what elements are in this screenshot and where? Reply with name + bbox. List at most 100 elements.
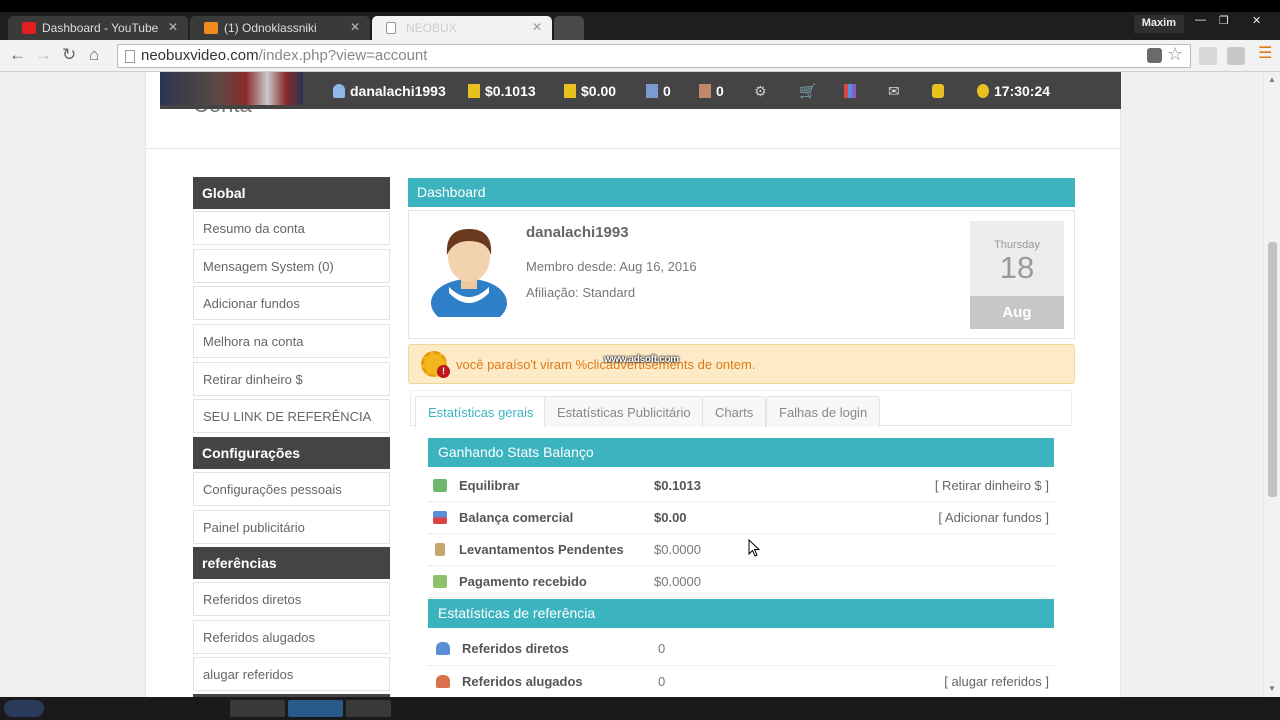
sidebar-section-referencias: referências (193, 547, 390, 579)
taskbar-app[interactable] (288, 700, 343, 717)
rented-referrals-icon (699, 84, 711, 98)
sidebar-item-adicionar-fundos[interactable]: Adicionar fundos (193, 286, 390, 320)
sidebar-item-referidos-diretos[interactable]: Referidos diretos (193, 582, 390, 616)
rented-user-icon (436, 675, 450, 688)
member-since: Membro desde: Aug 16, 2016 (526, 259, 697, 274)
scroll-up-icon[interactable]: ▲ (1268, 75, 1276, 84)
table-row: Levantamentos Pendentes $0.0000 (428, 534, 1054, 566)
table-row: Referidos alugados 0 [ alugar referidos … (428, 666, 1054, 697)
coins-icon (564, 84, 576, 98)
sidebar-section-configuracoes: Configurações (193, 437, 390, 469)
start-button[interactable] (4, 700, 44, 717)
table-row: Referidos diretos 0 (428, 633, 1054, 666)
coins-icon (468, 84, 480, 98)
url-path: /index.php?view=account (258, 47, 428, 64)
tab-neobux[interactable]: NEOBUX ✕ (372, 16, 552, 40)
address-bar[interactable]: neobuxvideo.com/index.php?view=account (117, 44, 1191, 68)
page-icon (125, 50, 135, 63)
rent-referrals-link[interactable]: [ alugar referidos ] (944, 674, 1049, 689)
calculator-icon (433, 511, 447, 524)
stats-icon[interactable] (844, 82, 861, 100)
tab-estatisticas-gerais[interactable]: Estatísticas gerais (415, 396, 547, 428)
close-icon[interactable]: ✕ (532, 20, 542, 34)
page-icon (386, 22, 396, 34)
home-icon[interactable]: ⌂ (89, 45, 99, 65)
settings-icon[interactable]: ⚙ (754, 82, 767, 100)
tab-title: NEOBUX (406, 21, 457, 35)
new-tab-button[interactable] (554, 16, 584, 40)
tab-charts[interactable]: Charts (702, 396, 767, 427)
translate-icon[interactable] (1147, 48, 1162, 63)
membership: Afiliação: Standard (526, 285, 636, 300)
add-funds-link[interactable]: [ Adicionar fundos ] (938, 510, 1049, 525)
mail-icon[interactable]: ✉ (888, 82, 900, 100)
payment-icon (433, 575, 447, 588)
tab-falhas-login[interactable]: Falhas de login (766, 396, 881, 427)
watermark: www.adsoft.com (604, 354, 679, 365)
profile-button[interactable]: Maxim (1133, 15, 1184, 33)
referrals-icon (646, 84, 658, 98)
profile-username: danalachi1993 (526, 224, 629, 241)
taskbar-app[interactable] (230, 700, 285, 717)
sidebar-item-painel[interactable]: Painel publicitário (193, 510, 390, 544)
close-icon[interactable]: ✕ (350, 20, 360, 34)
reload-icon[interactable]: ↻ (62, 45, 76, 65)
account-topbar: danalachi1993 $0.1013 $0.00 0 0 ⚙ 🛒 ✉ 17… (160, 72, 1121, 109)
sidebar-item-referidos-alugados[interactable]: Referidos alugados (193, 620, 390, 654)
close-window-icon[interactable]: ✕ (1252, 14, 1261, 27)
sidebar-item-melhora[interactable]: Melhora na conta (193, 324, 390, 358)
withdraw-link[interactable]: [ Retirar dinheiro $ ] (935, 478, 1049, 493)
scroll-down-icon[interactable]: ▼ (1268, 684, 1276, 693)
topbar-ad-balance[interactable]: $0.00 (564, 82, 616, 100)
tab-title: Dashboard - YouTube (42, 21, 159, 35)
menu-icon[interactable]: ☰ (1258, 44, 1272, 64)
date-month: Aug (970, 296, 1064, 329)
scrollbar-thumb[interactable] (1268, 242, 1277, 497)
close-icon[interactable]: ✕ (168, 20, 178, 34)
user-icon (436, 642, 450, 655)
lock-icon[interactable] (932, 82, 949, 100)
browser-toolbar: ← → ↻ ⌂ neobuxvideo.com/index.php?view=a… (0, 40, 1280, 72)
referral-stats-title: Estatísticas de referência (428, 599, 1054, 628)
sidebar-item-retirar[interactable]: Retirar dinheiro $ (193, 362, 390, 396)
minimize-icon[interactable]: — (1195, 14, 1206, 26)
restore-icon[interactable]: ❐ (1219, 14, 1229, 27)
logo-banner (160, 72, 303, 105)
forward-icon[interactable]: → (35, 45, 52, 65)
page-container: Conta danalachi1993 $0.1013 $0.00 0 0 ⚙ … (145, 72, 1121, 697)
warning-icon: ! (437, 365, 450, 378)
topbar-rented-refs[interactable]: 0 (699, 82, 724, 100)
page-viewport: Conta danalachi1993 $0.1013 $0.00 0 0 ⚙ … (0, 72, 1280, 697)
bookmark-star-icon[interactable]: ☆ (1167, 44, 1183, 64)
youtube-icon (22, 22, 36, 34)
sidebar-section-global: Global (193, 177, 390, 209)
cart-icon[interactable]: 🛒 (799, 82, 816, 100)
table-row: Balança comercial $0.00 [ Adicionar fund… (428, 502, 1054, 534)
date-widget: Thursday 18 Aug (970, 221, 1064, 329)
extension-icon[interactable] (1199, 47, 1217, 65)
sidebar-item-link-referencia[interactable]: SEU LINK DE REFERÊNCIA (193, 399, 390, 433)
url-domain: neobuxvideo.com (141, 47, 259, 64)
taskbar-app[interactable] (346, 700, 391, 717)
topbar-username[interactable]: danalachi1993 (333, 82, 446, 100)
back-icon[interactable]: ← (9, 45, 26, 65)
extension-icon[interactable] (1227, 47, 1245, 65)
date-day: 18 (999, 250, 1035, 285)
avatar (431, 229, 507, 317)
sidebar-item-alugar[interactable]: alugar referidos (193, 657, 390, 691)
hourglass-icon (435, 543, 445, 556)
topbar-direct-refs[interactable]: 0 (646, 82, 671, 100)
tab-estatisticas-publicitario[interactable]: Estatísticas Publicitário (544, 396, 704, 427)
sidebar-item-resumo[interactable]: Resumo da conta (193, 211, 390, 245)
topbar-clock: 17:30:24 (977, 82, 1050, 100)
earning-stats-title: Ganhando Stats Balanço (428, 438, 1054, 467)
sidebar-item-config-pessoais[interactable]: Configurações pessoais (193, 472, 390, 506)
alert-banner: ! você paraíso't viram %clicadvertisemen… (408, 344, 1075, 384)
tab-youtube[interactable]: Dashboard - YouTube ✕ (8, 16, 188, 40)
topbar-balance[interactable]: $0.1013 (468, 82, 536, 100)
table-row: Equilibrar $0.1013 [ Retirar dinheiro $ … (428, 470, 1054, 502)
sidebar-item-mensagem[interactable]: Mensagem System (0) (193, 249, 390, 283)
dashboard-title: Dashboard (408, 178, 1075, 207)
tab-odnoklassniki[interactable]: (1) Odnoklassniki ✕ (190, 16, 370, 40)
scrollbar[interactable]: ▲ ▼ (1263, 72, 1280, 697)
